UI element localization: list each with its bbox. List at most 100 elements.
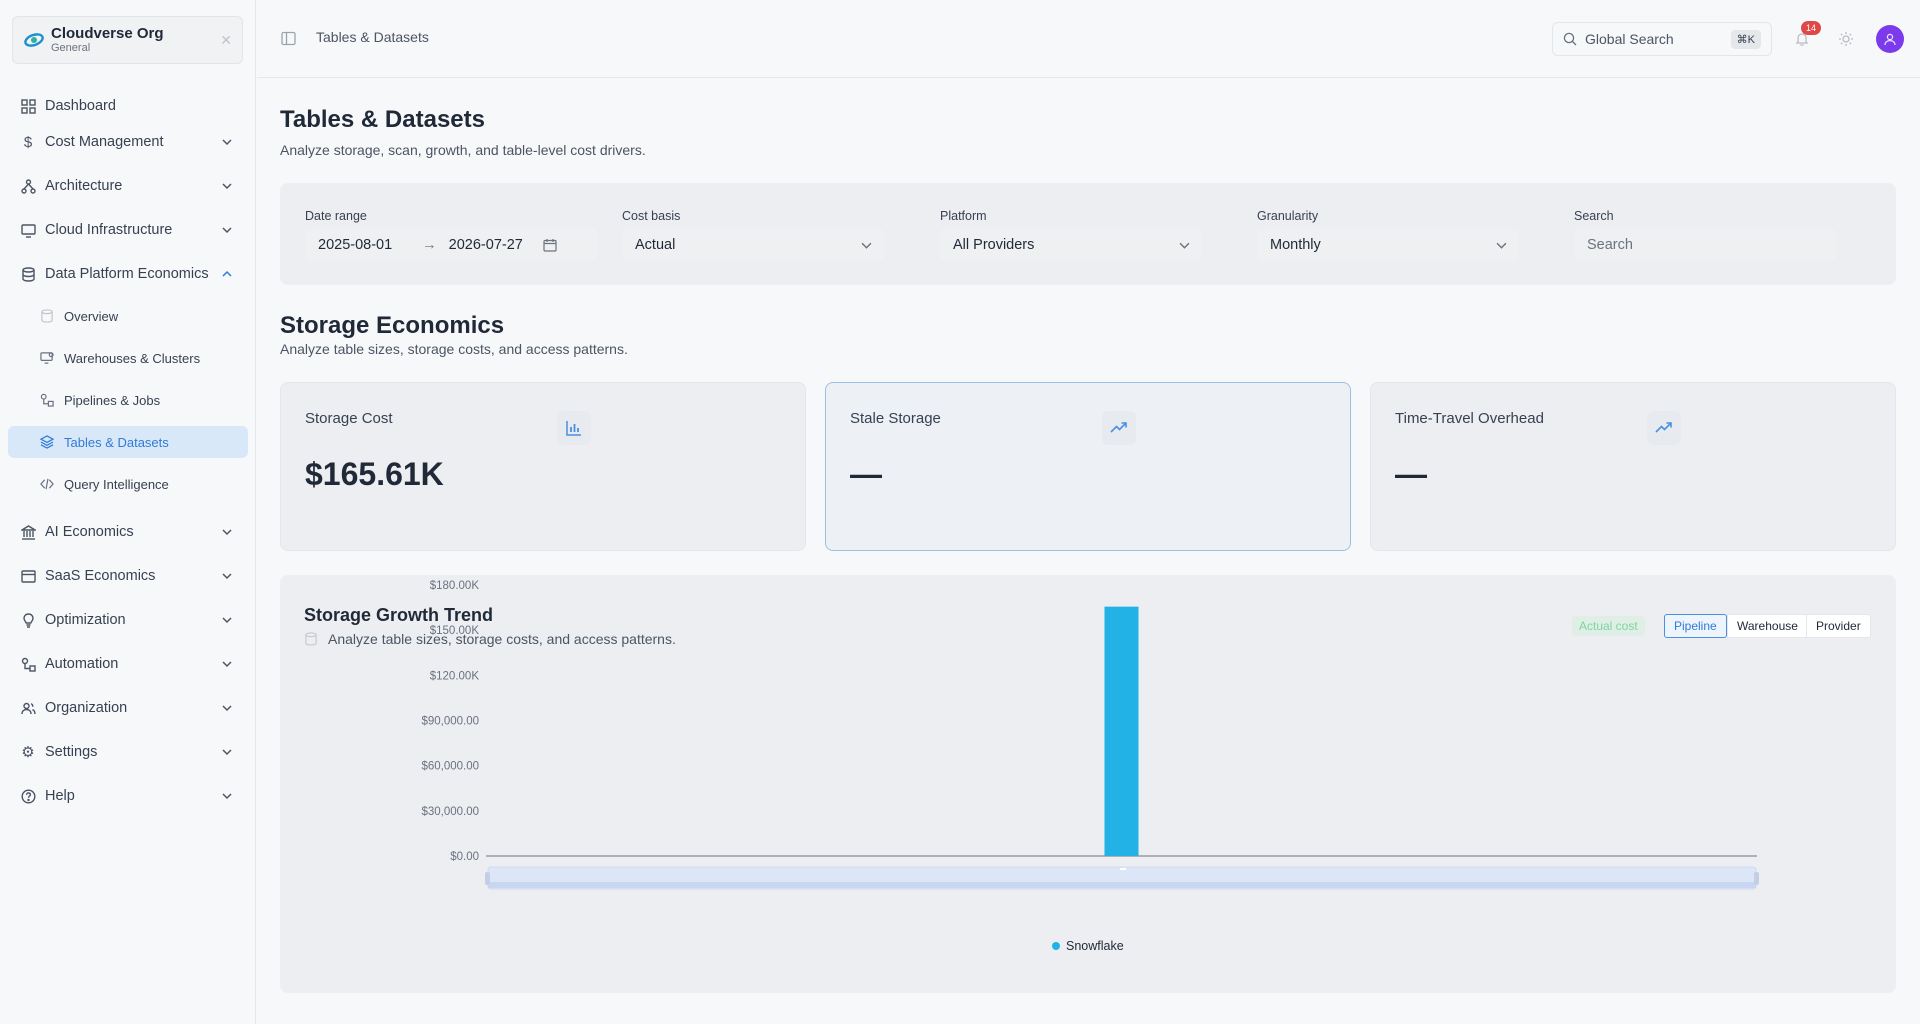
- chevron-down-icon: [222, 705, 232, 712]
- chevron-down-icon: [222, 227, 232, 234]
- zoom-handle-left[interactable]: [485, 872, 490, 885]
- search-icon: [1563, 32, 1577, 46]
- sidebar-subitem-overview[interactable]: Overview: [8, 300, 248, 332]
- database-icon: [20, 266, 36, 282]
- sidebar-item-label: AI Economics: [45, 524, 134, 540]
- cost-basis-select[interactable]: Actual: [622, 229, 884, 261]
- granularity-label: Granularity: [1257, 209, 1319, 223]
- sidebar-subitem-label: Warehouses & Clusters: [64, 350, 201, 366]
- granularity-select[interactable]: Monthly: [1257, 229, 1519, 261]
- zoom-slider[interactable]: [485, 866, 1759, 890]
- sidebar-item-cost-management[interactable]: $ Cost Management: [8, 124, 248, 160]
- user-icon: [1884, 33, 1896, 46]
- legend-dot: [1052, 942, 1060, 950]
- lightbulb-icon: [20, 612, 36, 628]
- sidebar-item-label: Automation: [45, 656, 119, 672]
- sidebar-subitem-pipelines[interactable]: Pipelines & Jobs: [8, 384, 248, 416]
- y-tick-label: $30,000.00: [421, 806, 479, 818]
- date-range-picker[interactable]: 2025-08-01 → 2026-07-27: [305, 229, 597, 261]
- org-switcher[interactable]: Cloudverse Org General ✕: [12, 16, 243, 64]
- sidebar-item-architecture[interactable]: Architecture: [8, 168, 248, 204]
- chevron-down-icon: [222, 529, 232, 536]
- sidebar-item-dashboard[interactable]: Dashboard: [8, 88, 248, 124]
- bank-icon: [20, 524, 36, 540]
- sidebar-toggle-icon[interactable]: [281, 31, 296, 46]
- kpi-card-time-travel-overhead[interactable]: Time-Travel Overhead —: [1370, 382, 1896, 551]
- kpi-card-stale-storage[interactable]: Stale Storage —: [825, 382, 1351, 551]
- sidebar-item-saas-economics[interactable]: SaaS Economics: [8, 558, 248, 594]
- chart-legend[interactable]: Snowflake: [1052, 939, 1124, 953]
- chevron-down-icon: [222, 793, 232, 800]
- section-title: Storage Economics: [280, 312, 505, 339]
- platform-label: Platform: [940, 209, 987, 223]
- avatar[interactable]: [1876, 25, 1904, 53]
- table-search-placeholder: Search: [1587, 237, 1633, 253]
- sidebar-item-optimization[interactable]: Optimization: [8, 602, 248, 638]
- date-start[interactable]: 2025-08-01: [318, 237, 392, 253]
- bar-chart: $0.00 $30,000.00 $60,000.00 $90,000.00 $120.…: [421, 580, 1759, 890]
- legend-label: Snowflake: [1066, 939, 1124, 953]
- y-tick-label: $60,000.00: [421, 761, 479, 773]
- kpi-card-storage-cost[interactable]: Storage Cost $165.61K: [280, 382, 806, 551]
- browser-window-icon: [20, 568, 36, 584]
- y-tick-label: $120.00K: [430, 670, 480, 682]
- sidebar-subitem-warehouses[interactable]: Warehouses & Clusters: [8, 342, 248, 374]
- theme-toggle-sun-icon[interactable]: [1838, 31, 1854, 47]
- zoom-handle-right[interactable]: [1754, 872, 1759, 885]
- y-tick-label: $180.00K: [430, 580, 480, 592]
- sidebar-item-label: Organization: [45, 700, 128, 716]
- section-subtitle: Analyze table sizes, storage costs, and …: [280, 341, 628, 357]
- y-tick-label: $150.00K: [430, 625, 480, 637]
- sidebar-item-help[interactable]: Help: [8, 778, 248, 814]
- monitor-cloud-icon: [20, 222, 36, 238]
- chevron-down-icon: [222, 617, 232, 624]
- platform-value: All Providers: [953, 237, 1035, 253]
- breadcrumb: Tables & Datasets: [316, 29, 429, 45]
- zoom-slider-selection[interactable]: [488, 882, 1756, 888]
- page-subtitle: Analyze storage, scan, growth, and table…: [280, 142, 646, 158]
- cost-basis-value: Actual: [635, 237, 676, 253]
- sidebar-subitem-query[interactable]: Query Intelligence: [8, 468, 248, 500]
- table-search-input[interactable]: Search: [1574, 229, 1836, 261]
- y-tick-label: $90,000.00: [421, 716, 479, 728]
- kpi-value: $165.61K: [305, 456, 444, 492]
- sidebar-item-ai-economics[interactable]: AI Economics: [8, 514, 248, 550]
- chevron-down-icon: [1179, 242, 1190, 249]
- sidebar-item-organization[interactable]: Organization: [8, 690, 248, 726]
- page-title: Tables & Datasets: [280, 106, 485, 133]
- bar-snowflake[interactable]: [1104, 606, 1139, 856]
- zoom-slider-marker: [1120, 868, 1126, 870]
- sidebar-subitem-tables[interactable]: Tables & Datasets: [8, 426, 248, 458]
- sidebar-item-label: Dashboard: [45, 98, 116, 114]
- date-end[interactable]: 2026-07-27: [449, 237, 523, 253]
- platform-select[interactable]: All Providers: [940, 229, 1202, 261]
- sidebar-item-automation[interactable]: Automation: [8, 646, 248, 682]
- kpi-value: —: [1395, 456, 1427, 492]
- cost-basis-label: Cost basis: [622, 209, 681, 223]
- org-name: Cloudverse Org: [51, 25, 164, 42]
- sidebar-item-label: Architecture: [45, 178, 123, 194]
- sidebar-subitem-label: Pipelines & Jobs: [64, 392, 161, 408]
- sidebar-item-cloud-infrastructure[interactable]: Cloud Infrastructure: [8, 212, 248, 248]
- notification-badge: 14: [1801, 21, 1821, 35]
- calendar-icon[interactable]: [543, 238, 557, 252]
- search-label: Search: [1574, 209, 1614, 223]
- sidebar-item-data-platform-economics[interactable]: Data Platform Economics: [8, 256, 248, 292]
- sidebar-subitem-label: Query Intelligence: [64, 476, 169, 492]
- sidebar-subitem-label: Tables & Datasets: [64, 434, 169, 450]
- top-header: Tables & Datasets Global Search ⌘K 14: [257, 0, 1920, 78]
- workflow-icon: [40, 393, 55, 408]
- sidebar-subitem-label: Overview: [64, 308, 119, 324]
- grid-icon: [20, 98, 36, 114]
- monitor-icon: [40, 351, 55, 366]
- chevron-down-icon: [222, 183, 232, 190]
- close-icon[interactable]: ✕: [220, 32, 232, 49]
- global-search-input[interactable]: Global Search ⌘K: [1552, 22, 1772, 56]
- bar-chart-icon: [557, 411, 591, 445]
- chevron-down-icon: [222, 573, 232, 580]
- sidebar-item-label: Cloud Infrastructure: [45, 222, 173, 238]
- kpi-label: Storage Cost: [305, 410, 393, 427]
- filter-bar: Date range 2025-08-01 → 2026-07-27 Cost …: [280, 183, 1896, 285]
- help-circle-icon: [20, 788, 36, 804]
- sidebar-item-settings[interactable]: ⚙ Settings: [8, 734, 248, 770]
